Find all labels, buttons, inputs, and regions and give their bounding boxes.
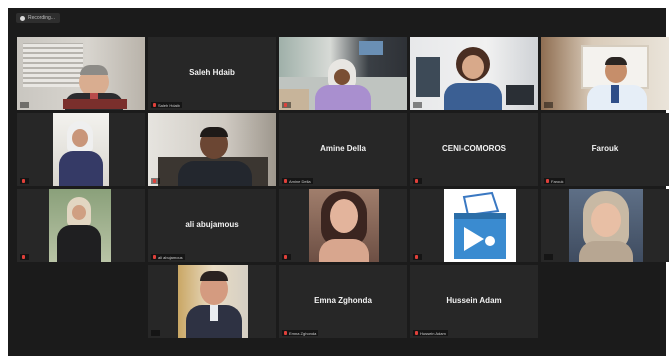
- participant-name: Hussein Adam: [446, 296, 502, 305]
- participant-name-label: Hussein Adam: [420, 330, 446, 336]
- muted-mic-icon: [284, 103, 287, 107]
- muted-mic-icon: [415, 255, 418, 259]
- participant-video: [309, 189, 379, 262]
- participant-label: ali abujamous: [151, 254, 185, 260]
- participant-video: [279, 37, 407, 110]
- participant-tile[interactable]: [279, 37, 407, 110]
- participant-name: Saleh Hdaib: [189, 68, 235, 77]
- participant-label: [20, 102, 29, 108]
- participant-tile[interactable]: [148, 265, 276, 338]
- participant-label: Saleh Hdaib: [151, 102, 182, 108]
- participant-label: Emna Zghonda: [282, 330, 319, 336]
- recording-label: Recording...: [28, 15, 55, 21]
- participant-video: [178, 265, 248, 338]
- participant-name: ali abujamous: [185, 220, 239, 229]
- participant-tile[interactable]: [541, 37, 669, 110]
- recording-indicator[interactable]: Recording...: [16, 13, 60, 23]
- participant-name-label: ali abujamous: [158, 254, 183, 260]
- muted-mic-icon: [153, 179, 156, 183]
- participant-name-label: Amine Della: [289, 178, 311, 184]
- participant-label: [282, 254, 291, 260]
- muted-mic-icon: [284, 255, 287, 259]
- muted-mic-icon: [284, 331, 287, 335]
- participant-label: Amine Della: [282, 178, 313, 184]
- participant-tile[interactable]: [17, 37, 145, 110]
- participant-name: Farouk: [591, 144, 619, 153]
- participant-label: [544, 254, 553, 260]
- participant-name: CENI-COMOROS: [442, 144, 506, 153]
- muted-mic-icon: [415, 179, 418, 183]
- zoom-meeting-window: Recording... Saleh Hdaib Saleh Hdaib Ami…: [8, 8, 669, 356]
- participant-video: [49, 189, 111, 262]
- participant-video: [410, 37, 538, 110]
- participant-video: [541, 37, 669, 110]
- participant-tile[interactable]: [148, 113, 276, 186]
- participant-tile[interactable]: Emna Zghonda Emna Zghonda: [279, 265, 407, 338]
- participant-label: [413, 102, 422, 108]
- muted-mic-icon: [546, 179, 549, 183]
- muted-mic-icon: [22, 179, 25, 183]
- participant-label: [282, 102, 291, 108]
- participant-label: Farouk: [544, 178, 566, 184]
- participant-name-label: Farouk: [551, 178, 564, 184]
- participant-tile[interactable]: [410, 37, 538, 110]
- participant-name: Amine Della: [320, 144, 366, 153]
- participant-label: [544, 102, 553, 108]
- participant-tile[interactable]: Farouk Farouk: [541, 113, 669, 186]
- muted-mic-icon: [153, 255, 156, 259]
- participant-label: Hussein Adam: [413, 330, 448, 336]
- participant-tile[interactable]: Hussein Adam Hussein Adam: [410, 265, 538, 338]
- participant-label: [151, 330, 160, 336]
- muted-mic-icon: [22, 255, 25, 259]
- participant-tile[interactable]: [410, 189, 538, 262]
- participant-video: [148, 113, 276, 186]
- participant-video: [444, 189, 516, 262]
- participant-name-label: Saleh Hdaib: [158, 102, 180, 108]
- participant-video: [569, 189, 643, 262]
- muted-mic-icon: [153, 103, 156, 107]
- participant-name-label: Emna Zghonda: [289, 330, 317, 336]
- participant-label: [151, 178, 160, 184]
- participant-tile[interactable]: [541, 189, 669, 262]
- participant-name: Emna Zghonda: [314, 296, 372, 305]
- record-dot-icon: [20, 15, 25, 21]
- participant-video: [53, 113, 109, 186]
- participant-label: [413, 254, 422, 260]
- participant-tile[interactable]: Saleh Hdaib Saleh Hdaib: [148, 37, 276, 110]
- muted-mic-icon: [284, 179, 287, 183]
- participant-tile[interactable]: [279, 189, 407, 262]
- participant-tile[interactable]: Amine Della Amine Della: [279, 113, 407, 186]
- participant-label: [20, 178, 29, 184]
- participant-label: [20, 254, 29, 260]
- ballot-box-icon: [454, 191, 506, 259]
- participant-tile[interactable]: [17, 113, 145, 186]
- participant-video: [17, 37, 145, 110]
- participant-tile[interactable]: ali abujamous ali abujamous: [148, 189, 276, 262]
- participant-tile[interactable]: CENI-COMOROS: [410, 113, 538, 186]
- participant-label: [413, 178, 422, 184]
- participant-tile[interactable]: [17, 189, 145, 262]
- muted-mic-icon: [415, 331, 418, 335]
